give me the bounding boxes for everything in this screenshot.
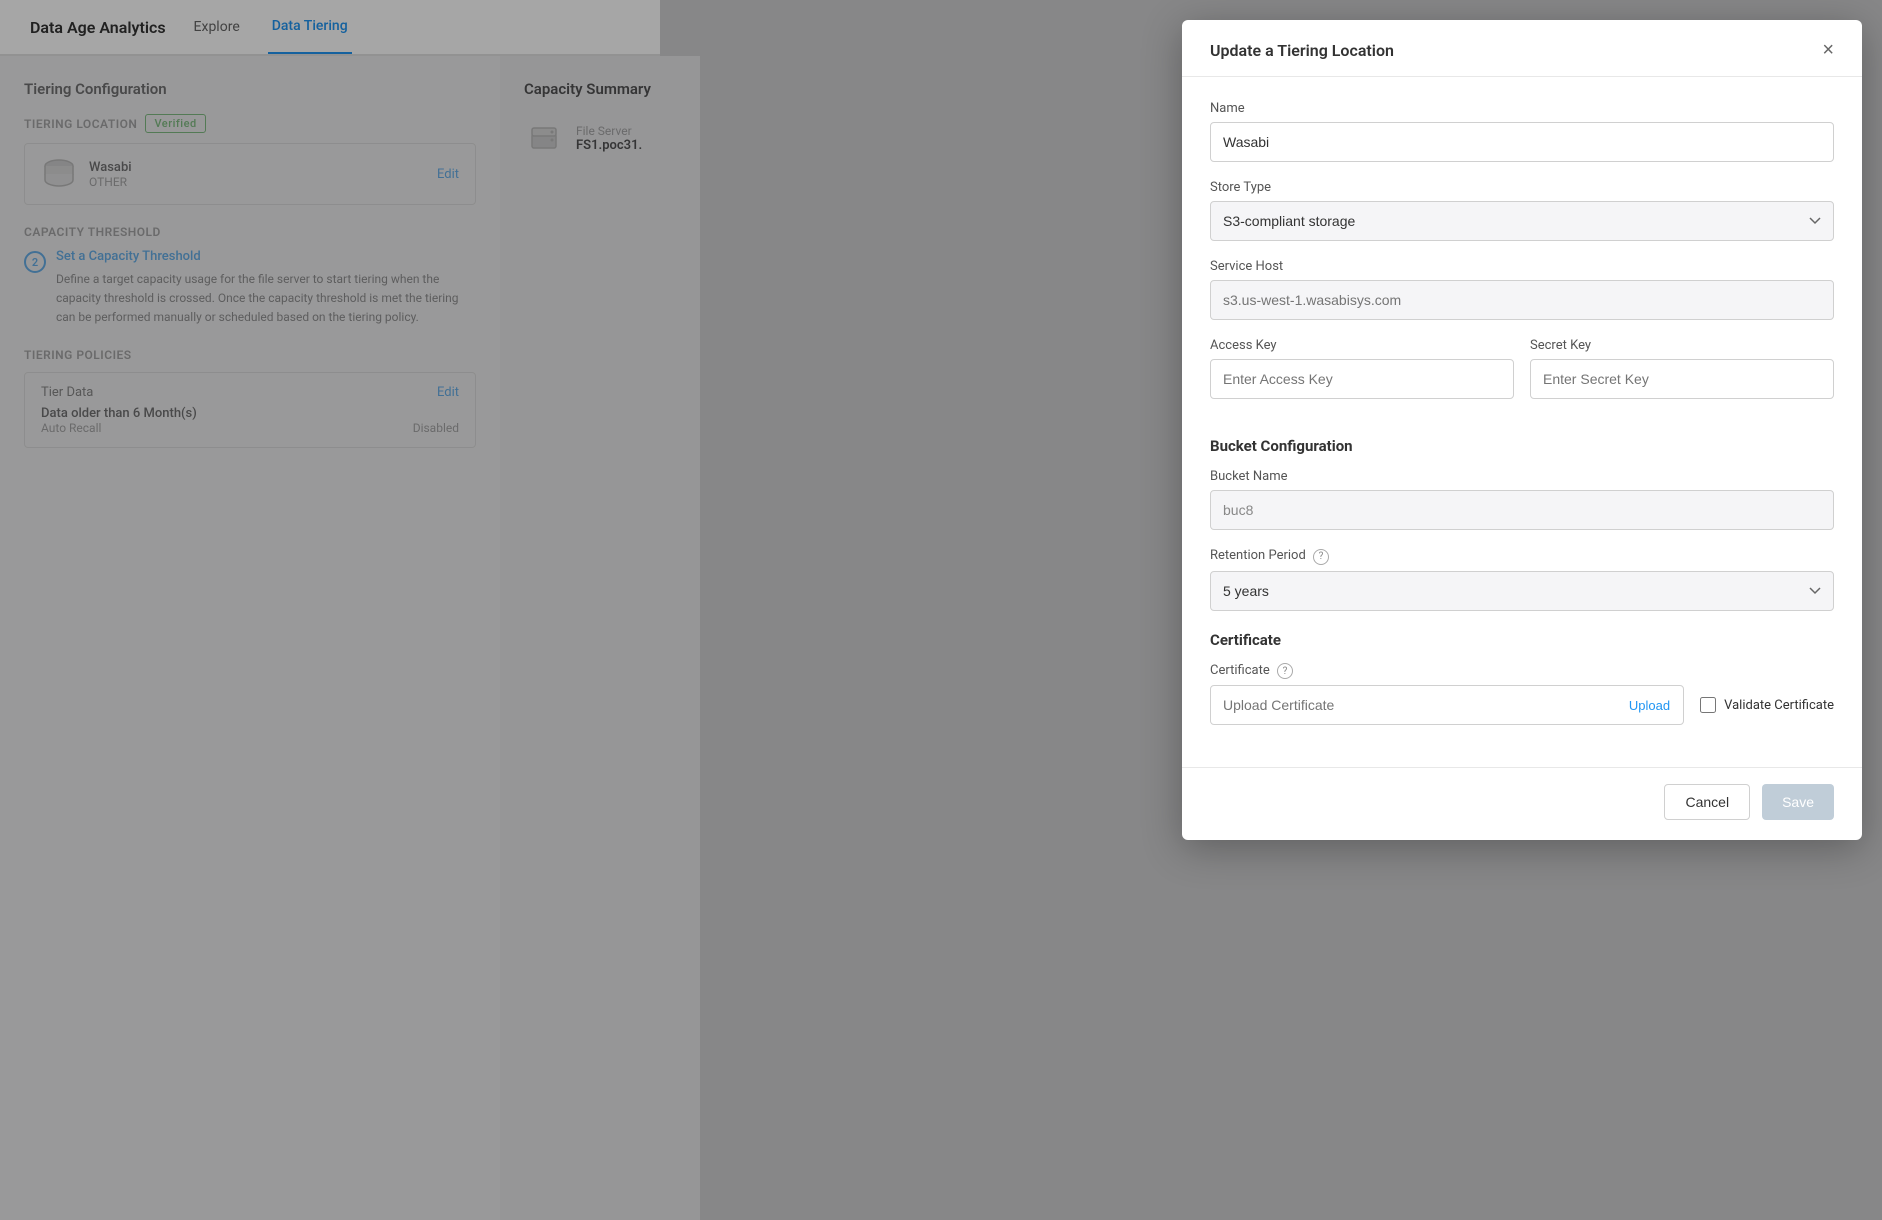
certificate-row: Upload Validate Certificate xyxy=(1210,685,1834,725)
secret-key-label: Secret Key xyxy=(1530,338,1834,353)
retention-period-label: Retention Period ? xyxy=(1210,548,1834,565)
certificate-label: Certificate ? xyxy=(1210,663,1834,680)
access-key-label: Access Key xyxy=(1210,338,1514,353)
retention-period-form-group: Retention Period ? None 1 year 2 years 5… xyxy=(1210,548,1834,611)
access-key-input[interactable] xyxy=(1210,359,1514,399)
upload-button[interactable]: Upload xyxy=(1615,685,1684,725)
modal-body: Name Store Type S3-compliant storage Azu… xyxy=(1182,77,1862,767)
store-type-select[interactable]: S3-compliant storage Azure Blob Google C… xyxy=(1210,201,1834,241)
cancel-button[interactable]: Cancel xyxy=(1664,784,1750,820)
cert-help-icon[interactable]: ? xyxy=(1277,663,1293,679)
save-button[interactable]: Save xyxy=(1762,784,1834,820)
store-type-form-group: Store Type S3-compliant storage Azure Bl… xyxy=(1210,180,1834,241)
cert-input-wrapper: Upload xyxy=(1210,685,1684,725)
retention-period-select[interactable]: None 1 year 2 years 5 years 7 years 10 y… xyxy=(1210,571,1834,611)
name-label: Name xyxy=(1210,101,1834,116)
secret-key-input[interactable] xyxy=(1530,359,1834,399)
validate-cert-checkbox-row: Validate Certificate xyxy=(1700,697,1834,713)
service-host-label: Service Host xyxy=(1210,259,1834,274)
bucket-config-heading: Bucket Configuration xyxy=(1210,437,1834,455)
keys-form-row: Access Key Secret Key xyxy=(1210,338,1834,417)
bucket-name-label: Bucket Name xyxy=(1210,469,1834,484)
secret-key-form-group: Secret Key xyxy=(1530,338,1834,399)
validate-cert-label: Validate Certificate xyxy=(1724,698,1834,713)
name-input[interactable] xyxy=(1210,122,1834,162)
cert-upload-input[interactable] xyxy=(1210,685,1684,725)
certificate-heading: Certificate xyxy=(1210,631,1834,649)
retention-help-icon[interactable]: ? xyxy=(1313,549,1329,565)
service-host-form-group: Service Host xyxy=(1210,259,1834,320)
store-type-label: Store Type xyxy=(1210,180,1834,195)
modal-header: Update a Tiering Location × xyxy=(1182,20,1862,77)
modal-footer: Cancel Save xyxy=(1182,767,1862,840)
modal-title: Update a Tiering Location xyxy=(1210,41,1394,60)
bucket-name-input[interactable] xyxy=(1210,490,1834,530)
bucket-name-form-group: Bucket Name xyxy=(1210,469,1834,530)
modal-close-button[interactable]: × xyxy=(1822,40,1834,60)
access-key-form-group: Access Key xyxy=(1210,338,1514,399)
name-form-group: Name xyxy=(1210,101,1834,162)
service-host-input[interactable] xyxy=(1210,280,1834,320)
certificate-form-group: Certificate ? Upload Validate Certificat… xyxy=(1210,663,1834,726)
bucket-config-separator: Bucket Configuration Bucket Name Retenti… xyxy=(1210,437,1834,611)
validate-cert-checkbox[interactable] xyxy=(1700,697,1716,713)
certificate-separator: Certificate Certificate ? Upload Validat… xyxy=(1210,631,1834,726)
update-tiering-location-modal: Update a Tiering Location × Name Store T… xyxy=(1182,20,1862,840)
